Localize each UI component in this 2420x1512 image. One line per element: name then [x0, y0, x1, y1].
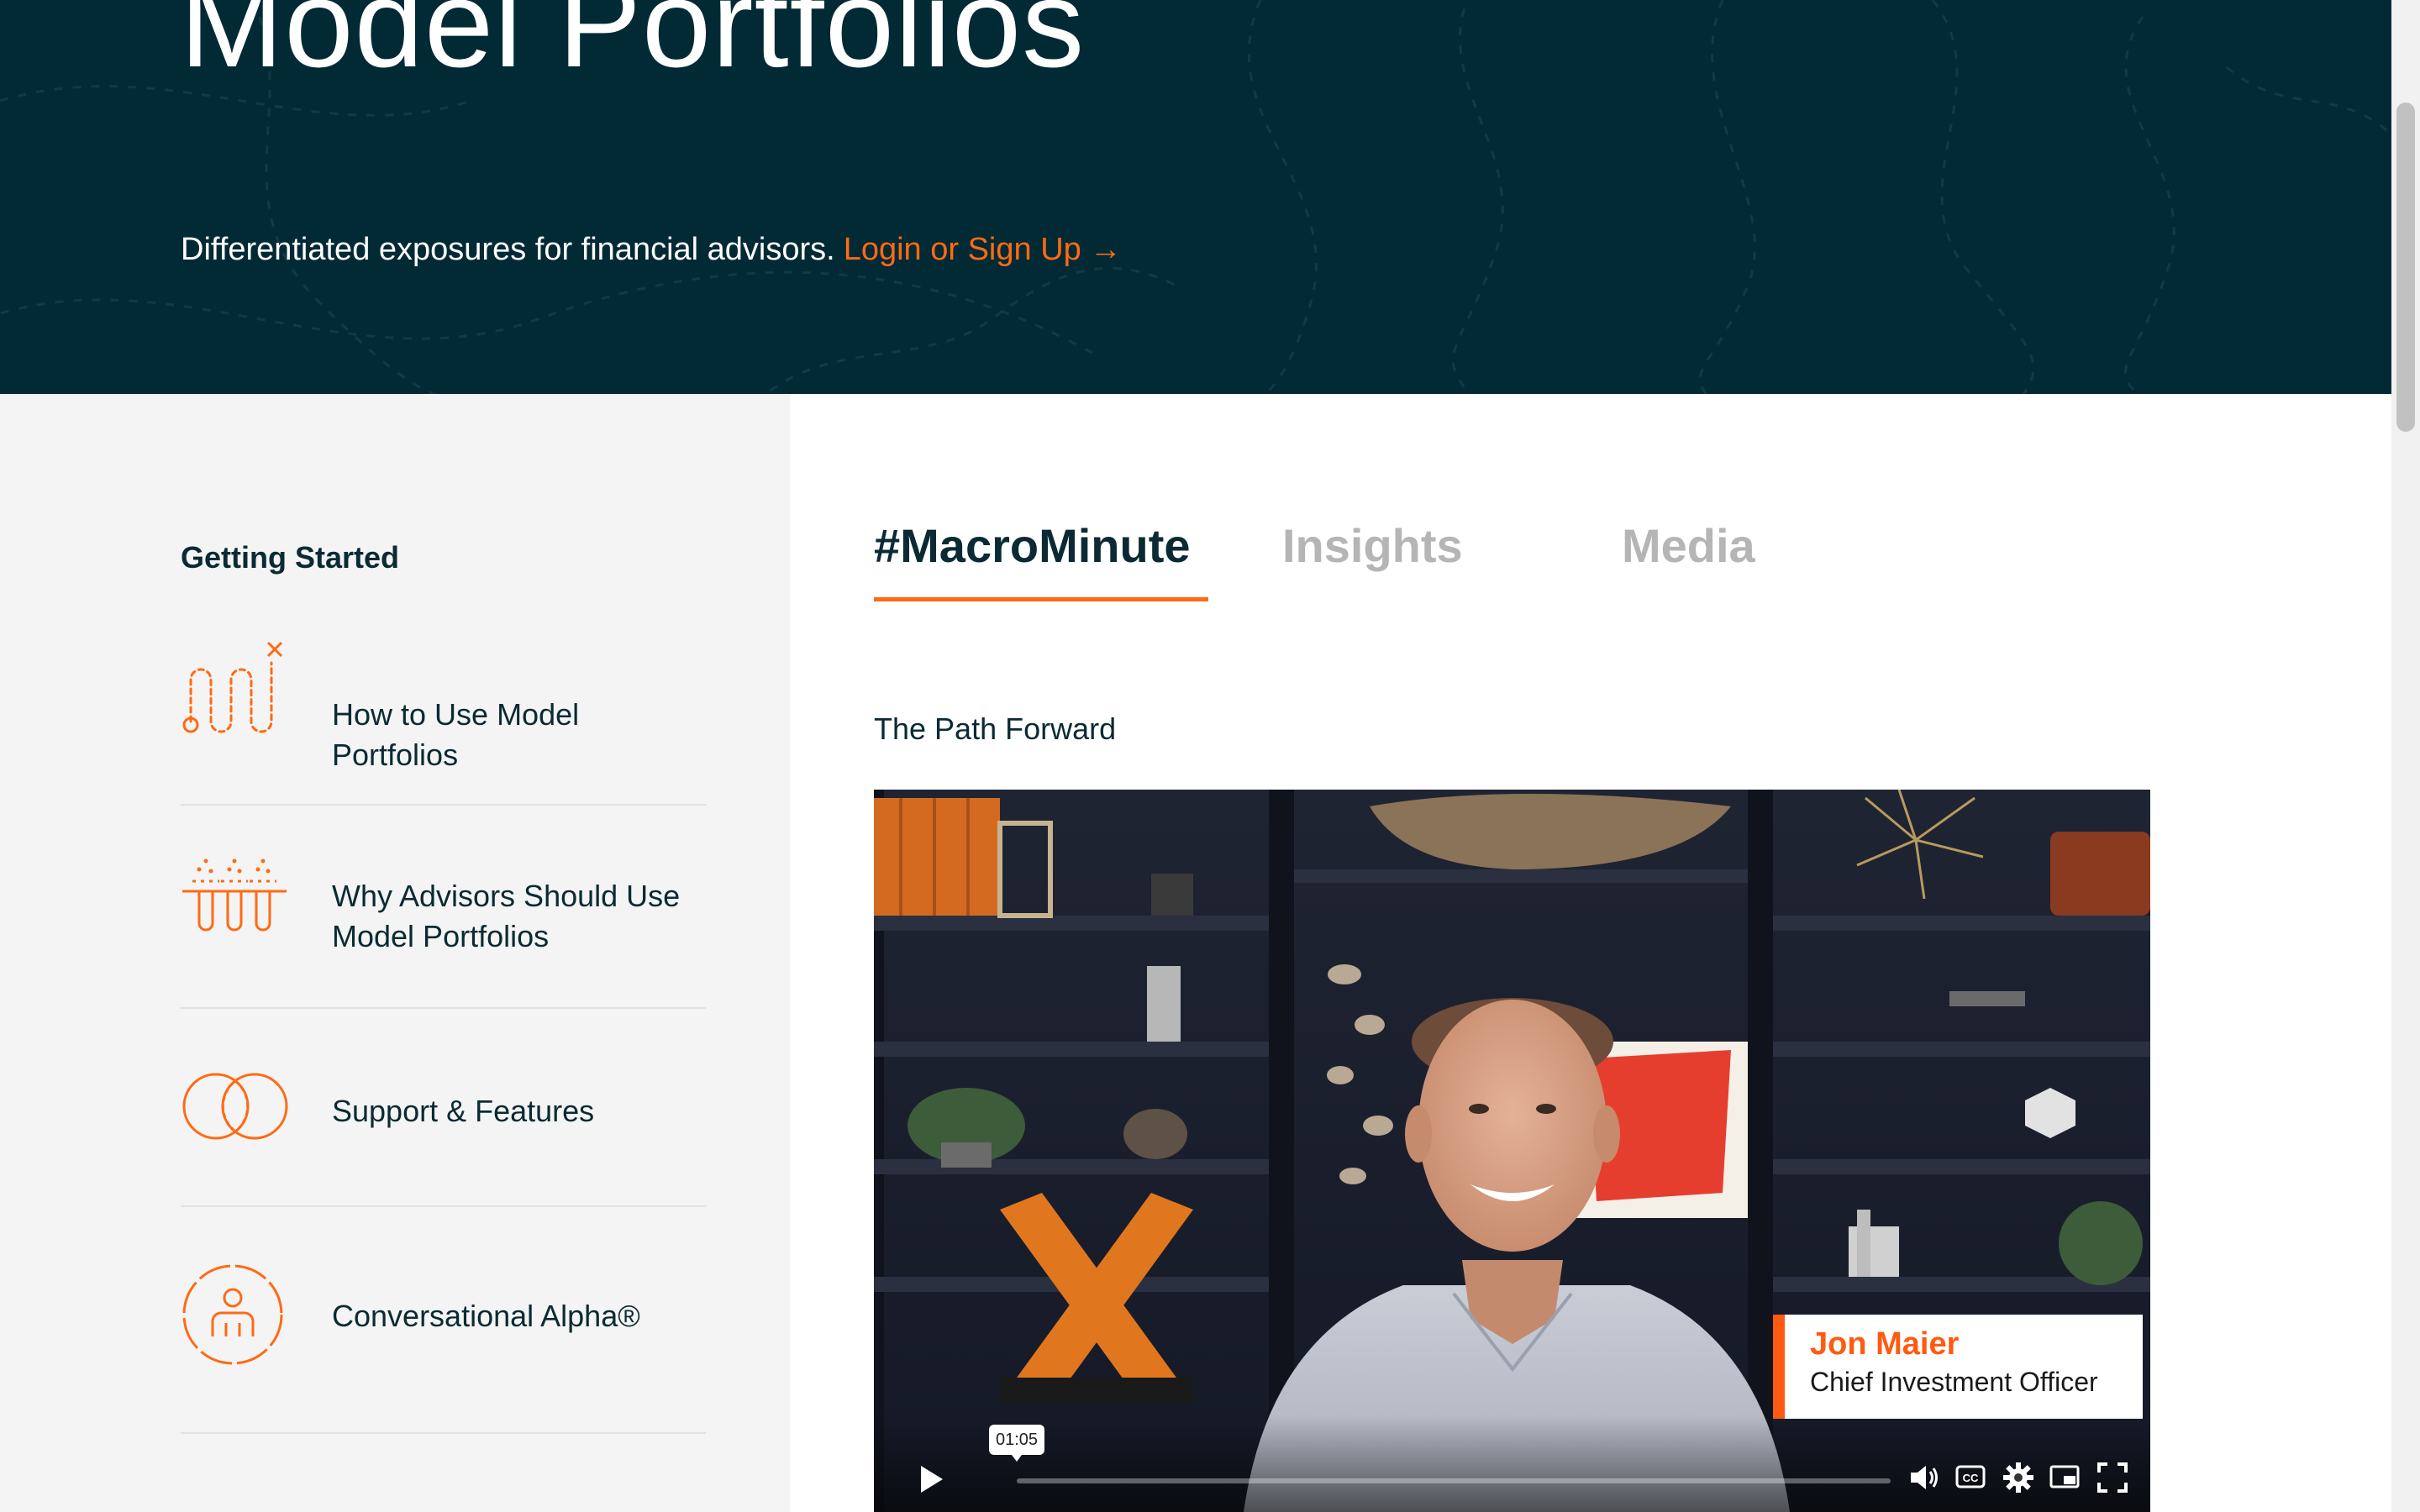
- main-content: #MacroMinute Insights Media The Path For…: [790, 394, 2391, 1512]
- play-icon: [921, 1466, 943, 1493]
- page: Model Portfolios Differentiated exposure…: [0, 0, 2420, 1512]
- video-controls: 01:05 CC: [874, 1415, 2150, 1512]
- fullscreen-icon: [2097, 1462, 2128, 1493]
- video-title: The Path Forward: [874, 711, 1117, 746]
- arrow-right-icon: →: [1089, 232, 1122, 267]
- scrollbar-thumb[interactable]: [2396, 102, 2415, 432]
- hero-subtitle: Differentiated exposures for financial a…: [181, 232, 835, 267]
- fullscreen-button[interactable]: [2096, 1461, 2129, 1499]
- speaker-lower-third: Jon Maier Chief Investment Officer: [1773, 1315, 2143, 1419]
- path-route-icon: [182, 641, 283, 733]
- tab-macrominute[interactable]: #MacroMinute: [874, 518, 1191, 573]
- login-signup-link[interactable]: Login or Sign Up →: [844, 232, 1122, 267]
- overlapping-circles-icon: [182, 1073, 288, 1140]
- captions-button[interactable]: CC: [1954, 1462, 1986, 1495]
- sidebar-item-label: How to Use Model Portfolios: [332, 697, 580, 772]
- sidebar-item-support-features[interactable]: Support & Features: [181, 1009, 706, 1207]
- captions-icon: CC: [1955, 1465, 1986, 1488]
- volume-icon: [1911, 1466, 1938, 1489]
- progress-bar[interactable]: [1017, 1478, 1891, 1483]
- page-scrollbar[interactable]: [2391, 0, 2420, 1512]
- test-tubes-icon: [182, 858, 287, 932]
- getting-started-sidebar: Getting Started How to Use Model Portfol…: [0, 394, 790, 1512]
- picture-in-picture-icon: [2049, 1465, 2080, 1488]
- sidebar-item-label: Conversational Alpha®: [332, 1299, 640, 1333]
- tab-insights[interactable]: Insights: [1282, 518, 1463, 573]
- tab-media[interactable]: Media: [1622, 518, 1755, 573]
- sidebar-item-why-advisors[interactable]: Why Advisors Should Use Model Portfolios: [181, 806, 706, 1009]
- active-tab-indicator: [874, 597, 1208, 601]
- hero-subtitle-line: Differentiated exposures for financial a…: [181, 232, 1122, 268]
- hero-banner: Model Portfolios Differentiated exposure…: [0, 0, 2391, 394]
- login-signup-label: Login or Sign Up: [843, 232, 1081, 267]
- sidebar-item-how-to-use[interactable]: How to Use Model Portfolios: [181, 638, 706, 806]
- sidebar-item-conversational-alpha[interactable]: Conversational Alpha®: [181, 1207, 706, 1434]
- speaker-role: Chief Investment Officer: [1810, 1367, 2098, 1397]
- sidebar-item-label: Why Advisors Should Use Model Portfolios: [332, 879, 681, 953]
- page-title: Model Portfolios: [180, 0, 1086, 93]
- play-button[interactable]: [916, 1462, 946, 1500]
- picture-in-picture-button[interactable]: [2049, 1462, 2081, 1495]
- sidebar-heading: Getting Started: [181, 540, 400, 575]
- svg-text:CC: CC: [1963, 1472, 1979, 1484]
- video-player[interactable]: Jon Maier Chief Investment Officer 01:05: [874, 790, 2150, 1512]
- person-circle-icon: [182, 1264, 283, 1365]
- speaker-name: Jon Maier: [1810, 1326, 1960, 1362]
- settings-icon: [2003, 1462, 2033, 1493]
- settings-button[interactable]: [2002, 1461, 2035, 1499]
- timestamp-tooltip: 01:05: [989, 1425, 1044, 1462]
- volume-button[interactable]: [1907, 1461, 1941, 1499]
- sidebar-item-label: Support & Features: [332, 1094, 595, 1128]
